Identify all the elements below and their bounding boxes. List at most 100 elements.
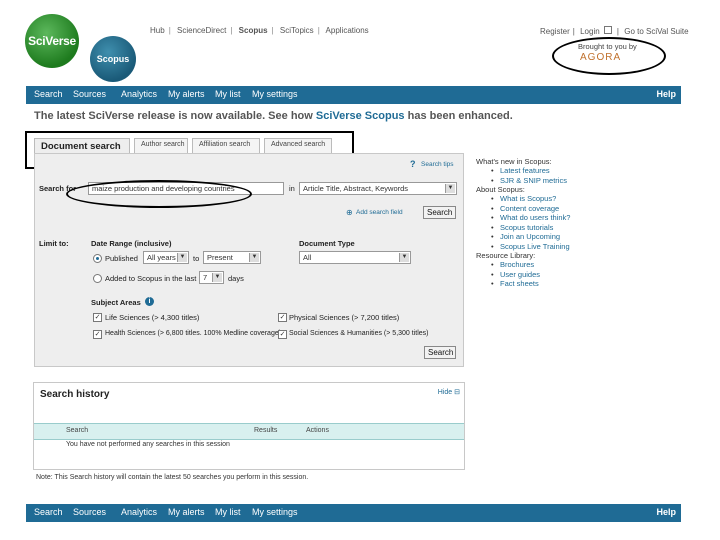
social-sciences-label: Social Sciences & Humanities (> 5,300 ti…: [289, 330, 429, 337]
list-item[interactable]: Scopus tutorials: [491, 223, 586, 233]
nav-search[interactable]: Search: [34, 89, 63, 99]
search-button-bottom[interactable]: Search: [424, 346, 456, 359]
list-item[interactable]: What is Scopus?: [491, 194, 586, 204]
col-search: Search: [66, 427, 89, 434]
history-empty-message: You have not performed any searches in t…: [66, 441, 230, 448]
list-item[interactable]: What do users think?: [491, 213, 586, 223]
to-label: to: [193, 254, 200, 263]
top-links: Hub | ScienceDirect | Scopus | SciTopics | A…: [150, 26, 369, 35]
resource-list: Brochures User guides Fact sheets: [476, 260, 586, 289]
list-item[interactable]: SJR & SNIP metrics: [491, 176, 586, 186]
announcement-link[interactable]: SciVerse Scopus: [316, 110, 405, 122]
login-icon[interactable]: [603, 26, 612, 34]
nav-sources[interactable]: Sources: [73, 507, 106, 517]
life-sciences-checkbox[interactable]: ✓: [93, 313, 102, 322]
about-heading: About Scopus:: [476, 185, 525, 194]
scopus-logo-text: Scopus: [96, 54, 130, 64]
in-label: in: [289, 184, 295, 193]
announcement-prefix: The latest SciVerse release is now avail…: [34, 110, 316, 122]
announcement-suffix: has been enhanced.: [404, 110, 513, 122]
nav-analytics[interactable]: Analytics: [121, 89, 157, 99]
col-results: Results: [254, 427, 278, 434]
register-link[interactable]: Register: [540, 27, 570, 36]
main-nav: Search Sources Analytics My alerts My li…: [26, 86, 681, 104]
list-item[interactable]: Content coverage: [491, 204, 586, 214]
link-scitopics[interactable]: SciTopics: [280, 26, 314, 35]
limit-to-label: Limit to:: [39, 239, 69, 248]
published-radio[interactable]: [93, 254, 102, 263]
chevron-down-icon: ▼: [212, 273, 222, 282]
year-to-select[interactable]: Present ▼: [203, 251, 261, 264]
about-list: What is Scopus? Content coverage What do…: [476, 194, 586, 251]
sciverse-logo-text: SciVerse: [28, 34, 76, 48]
physical-sciences-label: Physical Sciences (> 7,200 titles): [289, 313, 400, 322]
announcement: The latest SciVerse release is now avail…: [34, 110, 513, 122]
add-field-plus-icon[interactable]: ⊕: [346, 208, 353, 217]
search-field-select[interactable]: Article Title, Abstract, Keywords ▼: [299, 182, 457, 195]
help-question-icon[interactable]: ?: [410, 159, 416, 169]
nav-help[interactable]: Help: [656, 507, 676, 517]
nav-my-list[interactable]: My list: [215, 89, 241, 99]
link-applications[interactable]: Applications: [326, 26, 369, 35]
history-table-header: Search Results Actions: [34, 423, 464, 440]
social-sciences-checkbox[interactable]: ✓: [278, 330, 287, 339]
date-range-label: Date Range (inclusive): [91, 239, 172, 248]
nav-my-alerts[interactable]: My alerts: [168, 89, 205, 99]
add-search-field-link[interactable]: Add search field: [356, 209, 403, 216]
subject-areas-label: Subject Areas: [91, 298, 141, 307]
nav-help[interactable]: Help: [656, 89, 676, 99]
list-item[interactable]: User guides: [491, 270, 586, 280]
list-item[interactable]: Latest features: [491, 166, 586, 176]
search-button[interactable]: Search: [423, 206, 456, 219]
col-actions: Actions: [306, 427, 329, 434]
chevron-down-icon: ▼: [177, 253, 187, 262]
health-sciences-checkbox[interactable]: ✓: [93, 330, 102, 339]
login-link[interactable]: Login: [580, 27, 600, 36]
nav-search[interactable]: Search: [34, 507, 63, 517]
year-to-value: Present: [207, 253, 233, 262]
document-type-value: All: [303, 253, 312, 262]
scopus-logo[interactable]: Scopus: [90, 36, 136, 82]
chevron-down-icon: ▼: [399, 253, 409, 262]
list-item[interactable]: Fact sheets: [491, 279, 586, 289]
bottom-nav: Search Sources Analytics My alerts My li…: [26, 504, 681, 522]
year-from-value: All years: [147, 253, 176, 262]
sciverse-logo[interactable]: SciVerse: [25, 14, 79, 68]
link-sciencedirect[interactable]: ScienceDirect: [177, 26, 226, 35]
resource-heading: Resource Library:: [476, 251, 536, 260]
history-note: Note: This Search history will contain t…: [36, 474, 309, 481]
list-item[interactable]: Scopus Live Training: [491, 242, 586, 252]
agora-annotation-oval: [552, 37, 666, 75]
chevron-down-icon: ▼: [249, 253, 259, 262]
nav-my-list[interactable]: My list: [215, 507, 241, 517]
search-field-value: Article Title, Abstract, Keywords: [303, 184, 409, 193]
list-item[interactable]: Brochures: [491, 260, 586, 270]
whats-new-list: Latest features SJR & SNIP metrics: [476, 166, 586, 185]
link-scopus[interactable]: Scopus: [239, 26, 268, 35]
year-from-select[interactable]: All years ▼: [143, 251, 189, 264]
search-history-panel: Search history Hide ⊟ Search Results Act…: [33, 382, 465, 470]
added-radio[interactable]: [93, 274, 102, 283]
health-sciences-label: Health Sciences (> 6,800 titles. 100% Me…: [105, 330, 282, 337]
nav-sources[interactable]: Sources: [73, 89, 106, 99]
document-type-label: Document Type: [299, 239, 355, 248]
nav-my-settings[interactable]: My settings: [252, 507, 298, 517]
nav-analytics[interactable]: Analytics: [121, 507, 157, 517]
search-history-title: Search history: [40, 389, 110, 400]
scival-link[interactable]: Go to SciVal Suite: [624, 27, 688, 36]
document-type-select[interactable]: All ▼: [299, 251, 411, 264]
right-column: What's new in Scopus: Latest features SJ…: [476, 157, 586, 289]
days-value: 7: [203, 273, 208, 282]
added-label: Added to Scopus in the last: [105, 274, 197, 283]
hide-history-link[interactable]: Hide ⊟: [438, 388, 460, 396]
link-hub[interactable]: Hub: [150, 26, 165, 35]
days-select[interactable]: 7 ▼: [199, 271, 224, 284]
list-item[interactable]: Join an Upcoming: [491, 232, 586, 242]
info-icon[interactable]: i: [145, 297, 154, 306]
physical-sciences-checkbox[interactable]: ✓: [278, 313, 287, 322]
nav-my-settings[interactable]: My settings: [252, 89, 298, 99]
search-tips-link[interactable]: Search tips: [421, 161, 454, 168]
life-sciences-label: Life Sciences (> 4,300 titles): [105, 313, 200, 322]
hide-label: Hide: [437, 389, 453, 396]
nav-my-alerts[interactable]: My alerts: [168, 507, 205, 517]
